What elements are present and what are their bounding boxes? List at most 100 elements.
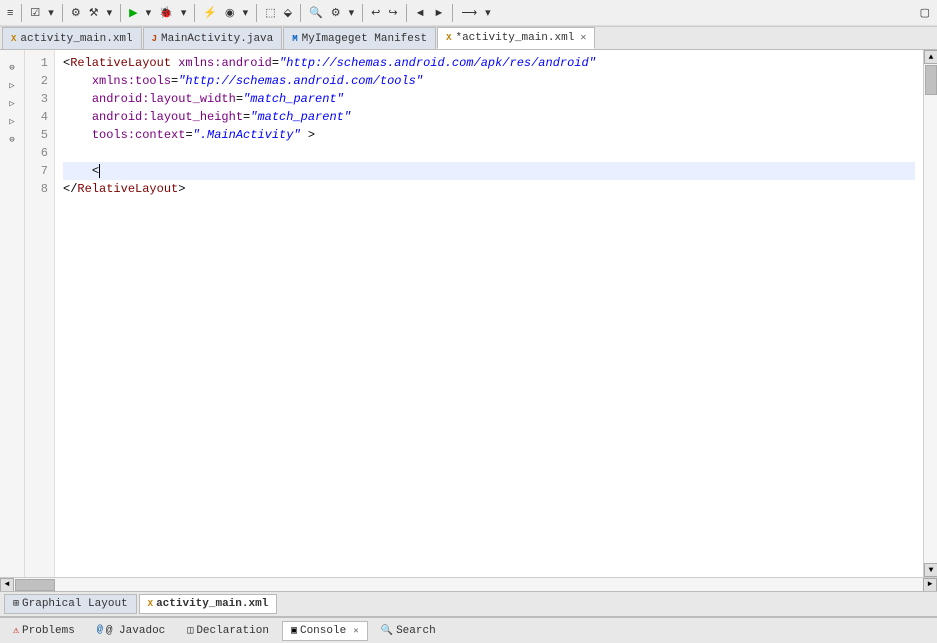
tools-btn[interactable]: ⚙ <box>68 5 84 20</box>
separator-3 <box>120 4 121 22</box>
tools-dropdown-btn[interactable]: ▾ <box>104 5 116 20</box>
run-btn[interactable]: ▶ <box>126 5 140 20</box>
redo-btn[interactable]: ↪ <box>385 5 400 20</box>
tab-activity-main-xml-bottom[interactable]: X activity_main.xml <box>139 594 278 614</box>
code-line-2: xmlns:tools="http://schemas.android.com/… <box>63 72 915 90</box>
toolbar-row-1: ≡ ☑ ▾ ⚙ ⚒ ▾ ▶ ▾ 🐞 ▾ ⚡ ◉ ▾ ⬚ ⬙ 🔍 ⚙ ▾ ↩ ↪ <box>0 0 937 26</box>
scroll-track[interactable] <box>924 64 937 563</box>
bottom-tab-bar: ⊞ Graphical Layout X activity_main.xml <box>0 591 937 617</box>
line-num-7: 7 <box>29 162 48 180</box>
build-btn2[interactable]: ◉ <box>222 5 238 20</box>
line-num-5: 5 <box>29 126 48 144</box>
layout-icon: ⊞ <box>13 598 19 610</box>
attr: xmlns:android <box>178 56 272 70</box>
code-line-5: tools:context=".MainActivity" > <box>63 126 915 144</box>
tab-graphical-layout[interactable]: ⊞ Graphical Layout <box>4 594 137 614</box>
tab-label: activity_main.xml <box>20 33 132 45</box>
javadoc-label: @ Javadoc <box>106 625 165 637</box>
bracket7: < <box>92 164 99 178</box>
gutter-icon-5: ⊖ <box>4 132 20 148</box>
debug-btn[interactable]: 🐞 <box>156 5 176 20</box>
text-cursor <box>99 164 100 178</box>
tab-manifest[interactable]: M MyImageget Manifest <box>283 27 436 49</box>
h-scroll-thumb[interactable] <box>15 579 55 591</box>
maximize-btn[interactable]: ▢ <box>917 5 933 20</box>
scroll-up-btn[interactable]: ▲ <box>924 50 937 64</box>
separator-4 <box>194 4 195 22</box>
console-icon: ▣ <box>291 625 297 637</box>
snippet-btn[interactable]: ⬚ <box>262 5 278 20</box>
tab-console[interactable]: ▣ Console ✕ <box>282 621 368 641</box>
problems-label: Problems <box>22 625 75 637</box>
build-btn[interactable]: ⚡ <box>200 5 220 20</box>
value2: "http://schemas.android.com/tools" <box>178 74 423 88</box>
h-scroll-track[interactable] <box>14 578 923 592</box>
forward-btn[interactable]: ⟶ <box>458 5 480 20</box>
value: "http://schemas.android.com/apk/res/andr… <box>279 56 596 70</box>
scroll-thumb[interactable] <box>925 65 937 95</box>
console-close-icon[interactable]: ✕ <box>353 626 358 636</box>
code-line-7: < <box>63 162 915 180</box>
settings-btn[interactable]: ⚙ <box>328 5 344 20</box>
main-area: ⊖ ▷ ▷ ▷ ⊖ 1 2 3 4 5 6 7 8 <RelativeLayou… <box>0 50 937 577</box>
tab-mainactivity-java[interactable]: J MainActivity.java <box>143 27 283 49</box>
undo-btn[interactable]: ↩ <box>368 5 383 20</box>
left-gutter: ⊖ ▷ ▷ ▷ ⊖ <box>0 50 25 577</box>
manifest-icon: M <box>292 34 297 44</box>
tab-search[interactable]: 🔍 Search <box>372 621 445 641</box>
h-scroll-left-btn[interactable]: ◄ <box>0 578 14 592</box>
attr5: tools:context <box>92 128 186 142</box>
search-toolbar-btn[interactable]: 🔍 <box>306 5 326 20</box>
separator-9 <box>452 4 453 22</box>
h-scrollbar: ◄ ► <box>0 577 937 591</box>
build-dropdown-btn[interactable]: ▾ <box>240 5 252 20</box>
value3: "match_parent" <box>243 92 344 106</box>
tag8: RelativeLayout <box>77 182 178 196</box>
attr3: android:layout_width <box>92 92 236 106</box>
settings-dropdown-btn[interactable]: ▾ <box>346 5 358 20</box>
value4: "match_parent" <box>250 110 351 124</box>
scroll-down-btn[interactable]: ▼ <box>924 563 937 577</box>
line-num-3: 3 <box>29 90 48 108</box>
line-num-2: 2 <box>29 72 48 90</box>
java-icon: J <box>152 34 157 44</box>
separator-1 <box>21 4 22 22</box>
forward-dropdown-btn[interactable]: ▾ <box>482 5 494 20</box>
tab-declaration[interactable]: ◫ Declaration <box>178 621 278 641</box>
close-icon[interactable]: ✕ <box>580 32 586 44</box>
gutter-icon-1: ⊖ <box>4 60 20 76</box>
tools-btn2[interactable]: ⚒ <box>86 5 102 20</box>
h-scroll-right-btn[interactable]: ► <box>923 578 937 592</box>
checkbox-toolbar-btn[interactable]: ☑ <box>27 5 43 20</box>
code-line-3: android:layout_width="match_parent" <box>63 90 915 108</box>
tab-label: MainActivity.java <box>161 33 273 45</box>
snippet2-btn[interactable]: ⬙ <box>281 5 295 20</box>
right-scrollbar: ▲ ▼ <box>923 50 937 577</box>
tab-activity-main-xml[interactable]: X activity_main.xml <box>2 27 142 49</box>
tab-activity-main-xml-active[interactable]: X *activity_main.xml ✕ <box>437 27 595 49</box>
code-editor[interactable]: <RelativeLayout xmlns:android="http://sc… <box>55 50 923 577</box>
gutter-icon-3: ▷ <box>4 96 20 112</box>
code-line-6 <box>63 144 915 162</box>
toolbar-area: ≡ ☑ ▾ ⚙ ⚒ ▾ ▶ ▾ 🐞 ▾ ⚡ ◉ ▾ ⬚ ⬙ 🔍 ⚙ ▾ ↩ ↪ <box>0 0 937 27</box>
debug-dropdown-btn[interactable]: ▾ <box>178 5 190 20</box>
line-num-8: 8 <box>29 180 48 198</box>
javadoc-icon: @ <box>97 625 103 636</box>
line-num-6: 6 <box>29 144 48 162</box>
next-btn[interactable]: ► <box>431 6 448 20</box>
tab-problems[interactable]: ⚠ Problems <box>4 621 84 641</box>
prev-btn[interactable]: ◄ <box>412 6 429 20</box>
attr4: android:layout_height <box>92 110 243 124</box>
line-num-1: 1 <box>29 54 48 72</box>
tab-bar: X activity_main.xml J MainActivity.java … <box>0 27 937 50</box>
separator-5 <box>256 4 257 22</box>
menu-button[interactable]: ≡ <box>4 6 16 20</box>
tab-label: *activity_main.xml <box>455 32 574 44</box>
separator-2 <box>62 4 63 22</box>
checkbox-dropdown-btn[interactable]: ▾ <box>45 5 57 20</box>
problems-icon: ⚠ <box>13 625 19 637</box>
tab-javadoc[interactable]: @ @ Javadoc <box>88 621 174 641</box>
search-panel-icon: 🔍 <box>381 625 393 637</box>
run-dropdown-btn[interactable]: ▾ <box>143 5 155 20</box>
bracket8: </ <box>63 182 77 196</box>
